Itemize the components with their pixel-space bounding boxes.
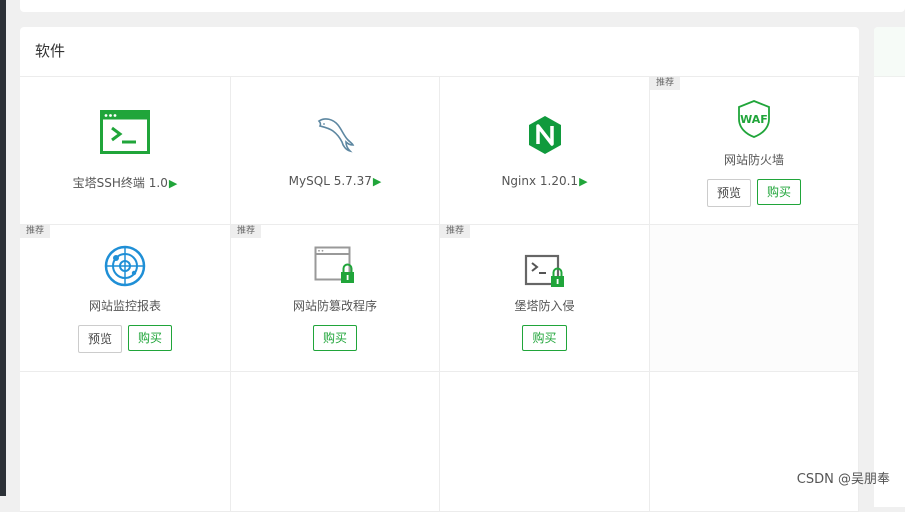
software-name: 堡塔防入侵 bbox=[514, 299, 575, 313]
software-name: 网站防篡改程序 bbox=[292, 299, 377, 313]
recommend-tag: 推荐 bbox=[440, 225, 471, 238]
software-panel: 软件 宝塔SSH终端 1.0▶ MySQL 5.7.37▶ Nginx 1.20… bbox=[20, 27, 859, 512]
buy-button[interactable]: 购买 bbox=[128, 325, 173, 351]
software-name: 网站防火墙 bbox=[723, 153, 784, 167]
recommend-tag: 推荐 bbox=[231, 225, 262, 238]
preview-button[interactable]: 预览 bbox=[706, 179, 751, 207]
recommend-tag: 推荐 bbox=[20, 225, 51, 238]
software-card-mysql[interactable]: MySQL 5.7.37▶ bbox=[231, 77, 440, 225]
software-name: 宝塔SSH终端 1.0 bbox=[72, 176, 168, 190]
svg-text:WAF: WAF bbox=[740, 113, 768, 126]
mysql-dolphin-icon bbox=[317, 118, 355, 153]
software-card-ssh[interactable]: 宝塔SSH终端 1.0▶ bbox=[20, 77, 231, 225]
software-name: MySQL 5.7.37 bbox=[288, 174, 372, 188]
locked-terminal-icon bbox=[524, 254, 564, 287]
sidebar-edge bbox=[0, 0, 6, 496]
buy-button[interactable]: 购买 bbox=[312, 325, 357, 351]
panel-title: 软件 bbox=[20, 27, 859, 77]
play-arrow-icon[interactable]: ▶ bbox=[169, 177, 177, 190]
empty-cell bbox=[231, 372, 440, 512]
software-card-intrusion-prevention[interactable]: 推荐 堡塔防入侵 购买 bbox=[440, 225, 650, 372]
software-name: 网站监控报表 bbox=[88, 299, 161, 313]
empty-cell bbox=[20, 372, 231, 512]
empty-cell bbox=[440, 372, 650, 512]
watermark: CSDN @吴朋奉 bbox=[796, 472, 890, 487]
waf-shield-icon: WAF bbox=[738, 100, 770, 138]
top-card bbox=[20, 0, 905, 12]
software-name: Nginx 1.20.1 bbox=[501, 174, 579, 188]
empty-cell bbox=[650, 225, 859, 372]
radar-monitor-icon bbox=[104, 245, 146, 287]
software-card-monitor[interactable]: 推荐 网站监控报表 预览 购买 bbox=[20, 225, 231, 372]
locked-window-icon bbox=[314, 246, 354, 283]
play-arrow-icon[interactable]: ▶ bbox=[579, 175, 587, 188]
software-card-nginx[interactable]: Nginx 1.20.1▶ bbox=[440, 77, 650, 225]
buy-button[interactable]: 购买 bbox=[757, 179, 802, 205]
recommend-tag: 推荐 bbox=[650, 77, 681, 90]
buy-button[interactable]: 购买 bbox=[522, 325, 567, 351]
right-card bbox=[874, 27, 905, 507]
preview-button[interactable]: 预览 bbox=[77, 325, 122, 353]
nginx-icon bbox=[528, 116, 561, 154]
empty-cell bbox=[650, 372, 859, 512]
software-card-tamper-proof[interactable]: 推荐 网站防篡改程序 购买 bbox=[231, 225, 440, 372]
play-arrow-icon[interactable]: ▶ bbox=[373, 175, 381, 188]
terminal-icon bbox=[100, 110, 150, 154]
software-card-waf[interactable]: 推荐 WAF 网站防火墙 预览 购买 bbox=[650, 77, 859, 225]
